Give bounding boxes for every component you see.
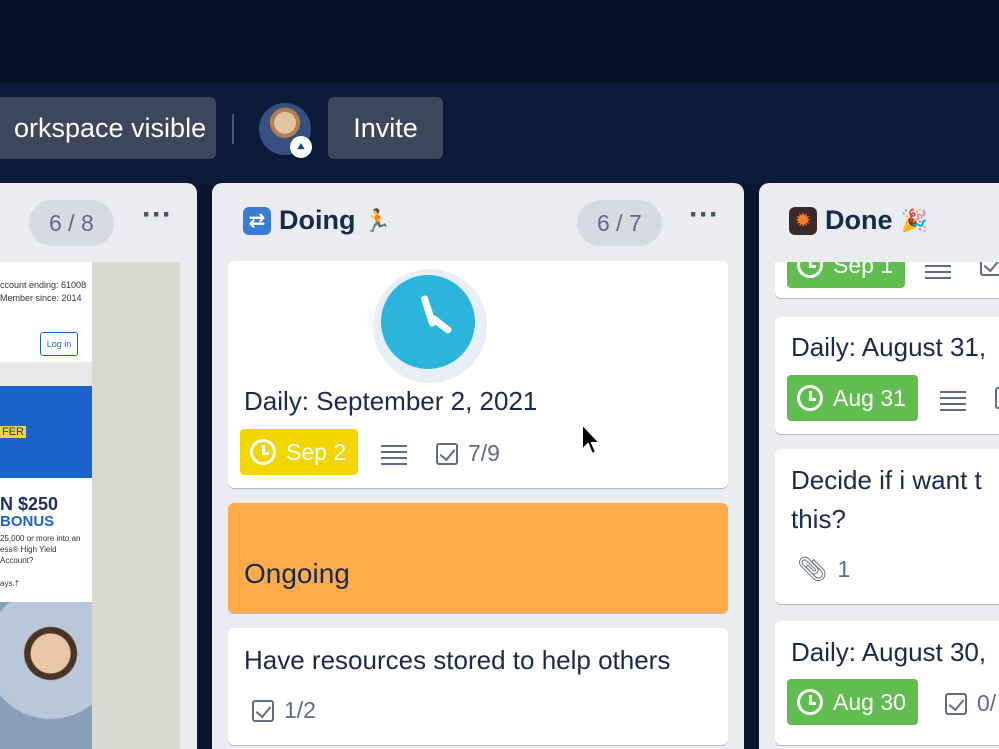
due-date-text: Sep 1 [833, 262, 894, 278]
card-title: Daily: August 30, [791, 637, 987, 667]
workspace-visibility-button[interactable]: orkspace visible [0, 97, 216, 159]
clock-icon [797, 689, 823, 715]
card-title: Have resources stored to help others [244, 645, 671, 675]
ad-fine-4: ays.† [0, 579, 20, 588]
ad-amount: N $250 [0, 494, 59, 514]
ad-member-text: Member since: 2014 [0, 293, 82, 303]
card-cover-edge [90, 262, 180, 749]
checklist-count: 1/2 [284, 697, 316, 723]
list-title[interactable]: ✹ Done 🎉 [789, 205, 928, 236]
due-date-badge[interactable]: Sep 1 [787, 262, 906, 288]
card-title-line-1: Decide if i want t [791, 465, 982, 495]
top-navigation-bar [0, 0, 999, 82]
admin-badge-icon: ⯅ [290, 136, 312, 158]
card-daily-aug-31[interactable]: Daily: August 31, Aug 31 [775, 317, 999, 434]
checklist-badge [980, 262, 999, 276]
ad-account-text: ccount ending: 61008 [0, 280, 87, 290]
due-date-text: Sep 2 [286, 439, 347, 465]
header-divider [232, 114, 234, 144]
ad-bonus: BONUS [0, 513, 55, 530]
card-daily-sep-1[interactable]: Sep 1 [775, 262, 999, 298]
runner-icon: 🏃 [363, 207, 391, 233]
checklist-badge: 7/9 [436, 440, 500, 467]
checklist-icon [980, 262, 999, 276]
due-date-text: Aug 31 [833, 385, 906, 411]
attachment-count: 1 [837, 556, 851, 582]
card-sep-1-clip: Sep 1 [775, 262, 999, 300]
card-ongoing[interactable]: Ongoing [228, 503, 728, 613]
checklist-badge: 0/ [945, 690, 996, 717]
list-card-count: 6 / 8 [29, 200, 114, 246]
ad-login-button: Log in [40, 332, 78, 356]
card-title: Daily: August 31, [791, 332, 987, 362]
ad-banner: FER [0, 386, 92, 478]
card-have-resources[interactable]: Have resources stored to help others 1/2 [228, 628, 728, 745]
description-icon [381, 445, 407, 465]
clock-icon [250, 439, 276, 465]
due-date-badge[interactable]: Sep 2 [240, 429, 359, 475]
paperclip-icon: 📎︎ [797, 556, 828, 583]
description-icon [925, 262, 951, 279]
card-daily-sep-2[interactable]: Daily: September 2, 2021 Sep 2 7/9 [228, 261, 728, 488]
ad-fine-1: 25,000 or more into an [0, 534, 81, 543]
clock-icon [797, 262, 823, 278]
mouse-cursor-icon [581, 422, 602, 456]
checklist-icon [436, 442, 458, 465]
card-daily-aug-30[interactable]: Daily: August 30, Aug 30 0/ [775, 621, 999, 745]
list-title-text: Doing [279, 205, 356, 235]
card-cover-image[interactable]: ccount ending: 61008 Member since: 2014 … [0, 262, 92, 749]
ad-photo [0, 602, 92, 749]
ad-fine-2: ess® High Yield [0, 545, 57, 554]
attachment-badge: 📎︎ 1 [797, 555, 850, 584]
description-icon [940, 391, 966, 411]
invite-button[interactable]: Invite [328, 97, 443, 159]
ad-fine-3: Account? [0, 556, 34, 565]
card-title-line-2: this? [791, 504, 846, 534]
list-menu-button[interactable]: ··· [134, 200, 180, 246]
card-title: Daily: September 2, 2021 [244, 386, 538, 416]
list-card-count: 6 / 7 [577, 200, 662, 246]
due-date-text: Aug 30 [833, 689, 906, 715]
checklist-icon [995, 387, 999, 409]
checklist-count: 0/ [977, 690, 997, 716]
due-date-badge[interactable]: Aug 30 [787, 679, 918, 725]
due-date-badge[interactable]: Aug 31 [787, 375, 918, 421]
checklist-icon [252, 699, 274, 722]
card-decide[interactable]: Decide if i want t this? 📎︎ 1 [775, 449, 999, 604]
clock-icon [797, 385, 823, 411]
fireworks-icon: ✹ [789, 206, 817, 235]
clock-sticker-icon [373, 269, 487, 383]
party-popper-icon: 🎉 [900, 207, 928, 233]
list-title-text: Done [825, 205, 893, 235]
card-title: Ongoing [244, 558, 350, 589]
checklist-icon [945, 692, 967, 715]
checklist-count: 7/9 [468, 440, 500, 466]
repeat-icon: ⇄ [243, 206, 271, 235]
ad-offer-tag: FER [0, 426, 26, 438]
checklist-badge: 1/2 [252, 697, 316, 724]
list-menu-button[interactable]: ··· [681, 200, 727, 246]
list-title[interactable]: ⇄ Doing 🏃 [243, 205, 391, 236]
ad-divider [0, 362, 92, 386]
